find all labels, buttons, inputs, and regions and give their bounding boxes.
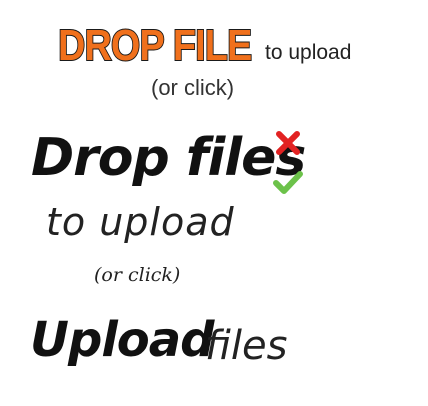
close-x-icon bbox=[276, 131, 300, 155]
accept-icon bbox=[272, 170, 304, 196]
or-click-text-mid[interactable]: (or click) bbox=[94, 266, 180, 285]
checkmark-stroke bbox=[273, 171, 303, 194]
or-click-text-top[interactable]: (or click) bbox=[151, 77, 234, 99]
to-upload-text-mid: to upload bbox=[46, 200, 235, 244]
files-text: files bbox=[205, 323, 288, 369]
drop-files-heading[interactable]: Drop files bbox=[31, 132, 306, 184]
drop-file-logo[interactable]: DROP FILE bbox=[57, 23, 253, 69]
upload-heading[interactable]: Upload bbox=[30, 316, 215, 364]
to-upload-text-top: to upload bbox=[265, 41, 352, 64]
checkmark-icon bbox=[273, 171, 303, 194]
reject-icon bbox=[274, 129, 302, 157]
